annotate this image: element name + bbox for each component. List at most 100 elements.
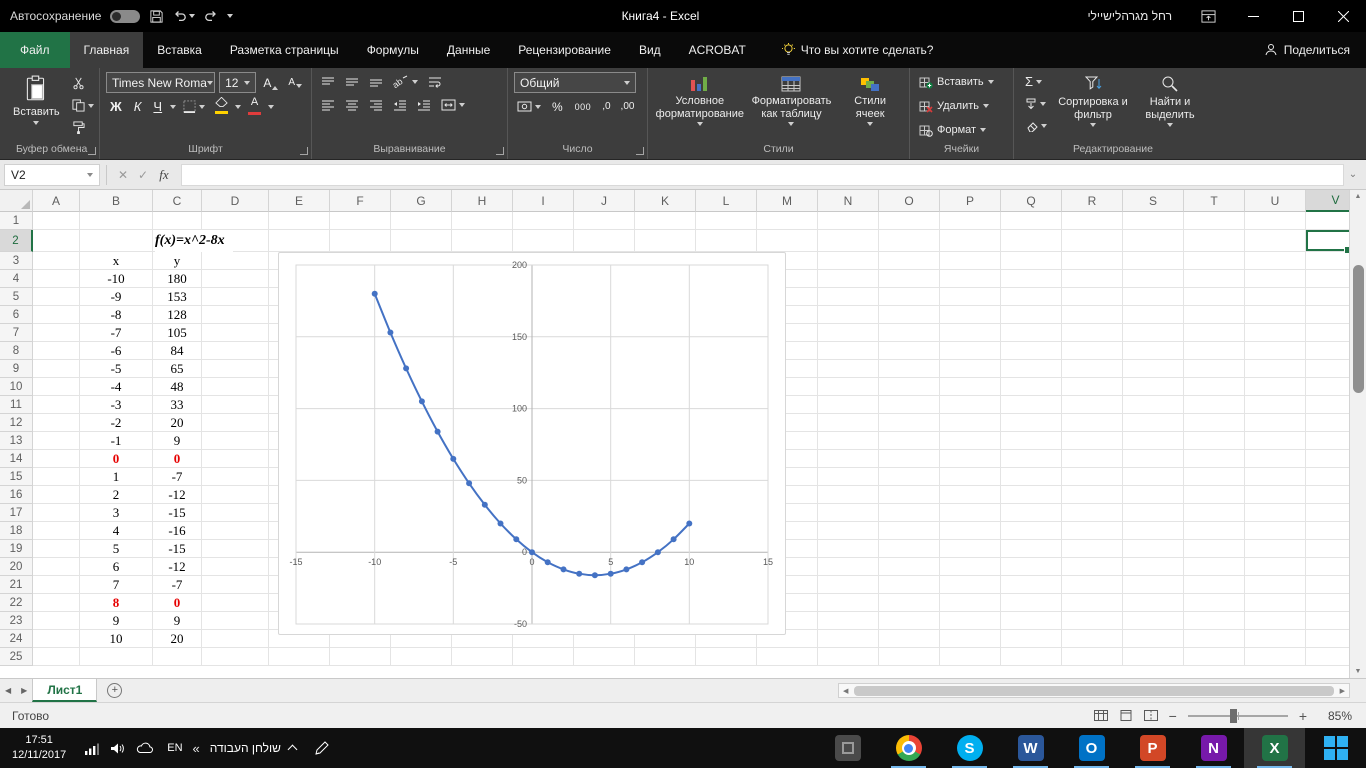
row-header-20[interactable]: 20 [0, 558, 33, 576]
format-cells-button[interactable]: Формат [916, 120, 997, 140]
cell-C21[interactable]: -7 [153, 576, 202, 594]
cell-S18[interactable] [1123, 522, 1184, 540]
cell-U15[interactable] [1245, 468, 1306, 486]
cell-U25[interactable] [1245, 648, 1306, 666]
cell-A16[interactable] [33, 486, 80, 504]
cell-T10[interactable] [1184, 378, 1245, 396]
cell-A24[interactable] [33, 630, 80, 648]
cell-B22[interactable]: 8 [80, 594, 153, 612]
cell-D25[interactable] [202, 648, 269, 666]
cell-T1[interactable] [1184, 212, 1245, 230]
redo-button[interactable] [204, 10, 218, 23]
taskbar-skype-icon[interactable]: S [939, 728, 1000, 768]
align-center-icon[interactable] [342, 95, 362, 114]
cell-R2[interactable] [1062, 230, 1123, 252]
cell-C9[interactable]: 65 [153, 360, 202, 378]
cell-U21[interactable] [1245, 576, 1306, 594]
onedrive-cloud-icon[interactable] [136, 742, 153, 754]
cell-A4[interactable] [33, 270, 80, 288]
cell-S5[interactable] [1123, 288, 1184, 306]
cell-R22[interactable] [1062, 594, 1123, 612]
cell-P23[interactable] [940, 612, 1001, 630]
cell-B21[interactable]: 7 [80, 576, 153, 594]
cell-A10[interactable] [33, 378, 80, 396]
cell-N2[interactable] [818, 230, 879, 252]
cell-Q6[interactable] [1001, 306, 1062, 324]
cell-I2[interactable] [513, 230, 574, 252]
cell-R1[interactable] [1062, 212, 1123, 230]
taskbar-excel-icon[interactable]: X [1244, 728, 1305, 768]
cell-D21[interactable] [202, 576, 269, 594]
column-header-D[interactable]: D [202, 190, 269, 212]
cell-E2[interactable] [269, 230, 330, 252]
cell-C13[interactable]: 9 [153, 432, 202, 450]
cell-N20[interactable] [818, 558, 879, 576]
column-header-J[interactable]: J [574, 190, 635, 212]
copy-button[interactable] [69, 96, 97, 115]
cell-U8[interactable] [1245, 342, 1306, 360]
cell-R3[interactable] [1062, 252, 1123, 270]
cell-P16[interactable] [940, 486, 1001, 504]
taskbar-outlook-icon[interactable]: O [1061, 728, 1122, 768]
cell-S13[interactable] [1123, 432, 1184, 450]
column-header-P[interactable]: P [940, 190, 1001, 212]
cell-O11[interactable] [879, 396, 940, 414]
cell-C6[interactable]: 128 [153, 306, 202, 324]
cell-B12[interactable]: -2 [80, 414, 153, 432]
cell-N18[interactable] [818, 522, 879, 540]
number-dialog-launcher[interactable] [636, 147, 644, 155]
cell-S3[interactable] [1123, 252, 1184, 270]
cell-D1[interactable] [202, 212, 269, 230]
taskbar-generic-app-icon[interactable] [817, 728, 878, 768]
cell-R7[interactable] [1062, 324, 1123, 342]
row-header-24[interactable]: 24 [0, 630, 33, 648]
cell-P1[interactable] [940, 212, 1001, 230]
cell-A25[interactable] [33, 648, 80, 666]
find-select-button[interactable]: Найти и выделить [1134, 72, 1206, 129]
cell-C20[interactable]: -12 [153, 558, 202, 576]
cell-G1[interactable] [391, 212, 452, 230]
cell-B20[interactable]: 6 [80, 558, 153, 576]
vertical-scroll-thumb[interactable] [1353, 265, 1364, 393]
underline-dropdown-icon[interactable] [170, 105, 176, 109]
cell-Q2[interactable] [1001, 230, 1062, 252]
cell-D13[interactable] [202, 432, 269, 450]
align-right-icon[interactable] [366, 95, 386, 114]
cell-Q12[interactable] [1001, 414, 1062, 432]
taskbar-word-icon[interactable]: W [1000, 728, 1061, 768]
cell-S8[interactable] [1123, 342, 1184, 360]
cell-O21[interactable] [879, 576, 940, 594]
sheet-nav-left-icon[interactable]: ◀ [0, 679, 16, 702]
undo-button[interactable] [173, 10, 195, 23]
cell-U20[interactable] [1245, 558, 1306, 576]
cell-K1[interactable] [635, 212, 696, 230]
cell-P7[interactable] [940, 324, 1001, 342]
row-header-17[interactable]: 17 [0, 504, 33, 522]
cell-A22[interactable] [33, 594, 80, 612]
cell-D17[interactable] [202, 504, 269, 522]
underline-button[interactable]: Ч [149, 99, 166, 114]
cell-P4[interactable] [940, 270, 1001, 288]
cell-O9[interactable] [879, 360, 940, 378]
cell-S25[interactable] [1123, 648, 1184, 666]
row-header-22[interactable]: 22 [0, 594, 33, 612]
align-left-icon[interactable] [318, 95, 338, 114]
name-box-dropdown-icon[interactable] [87, 173, 93, 177]
autosave-toggle[interactable] [110, 10, 140, 23]
cell-B1[interactable] [80, 212, 153, 230]
font-color-button[interactable]: А [245, 97, 264, 116]
cell-Q5[interactable] [1001, 288, 1062, 306]
cell-A7[interactable] [33, 324, 80, 342]
cell-N9[interactable] [818, 360, 879, 378]
cell-D3[interactable] [202, 252, 269, 270]
column-header-F[interactable]: F [330, 190, 391, 212]
cell-A2[interactable] [33, 230, 80, 252]
cell-D19[interactable] [202, 540, 269, 558]
tab-data[interactable]: Данные [433, 32, 504, 68]
cell-O19[interactable] [879, 540, 940, 558]
cell-O2[interactable] [879, 230, 940, 252]
cell-C15[interactable]: -7 [153, 468, 202, 486]
cell-U13[interactable] [1245, 432, 1306, 450]
cell-S21[interactable] [1123, 576, 1184, 594]
fill-button[interactable] [1022, 94, 1050, 113]
